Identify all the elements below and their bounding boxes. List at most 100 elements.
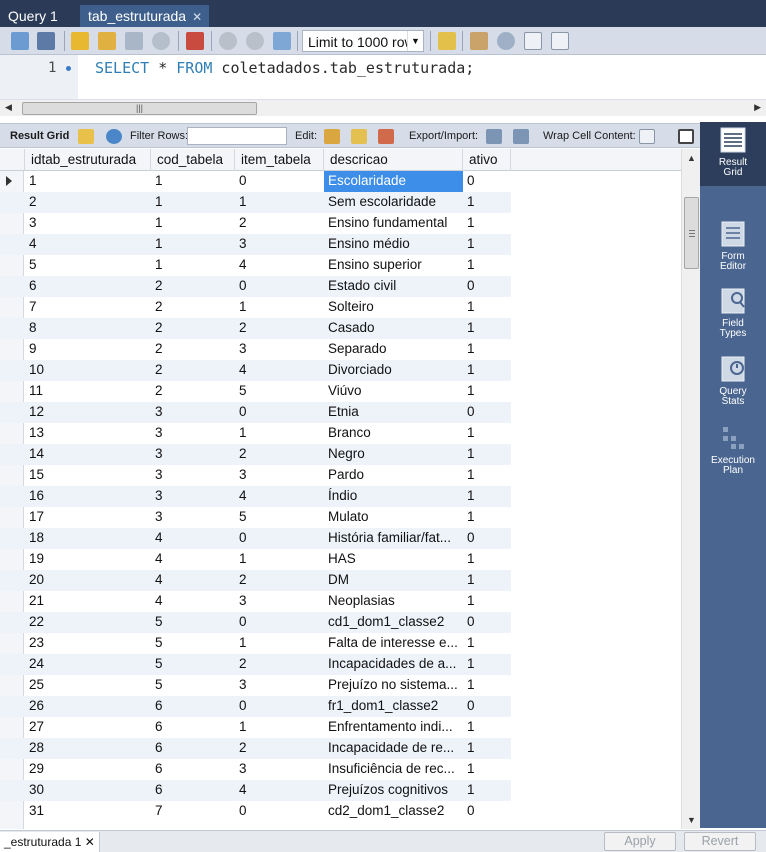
cell-ativo[interactable]: 1: [463, 633, 511, 654]
cell-id[interactable]: 2: [25, 192, 151, 213]
table-row[interactable]: 29 6 3 Insuficiência de rec... 1: [0, 759, 511, 780]
cell-cod-tabela[interactable]: 5: [151, 654, 235, 675]
cell-id[interactable]: 26: [25, 696, 151, 717]
cell-ativo[interactable]: 1: [463, 675, 511, 696]
cell-ativo[interactable]: 0: [463, 801, 511, 822]
cell-id[interactable]: 28: [25, 738, 151, 759]
cell-id[interactable]: 31: [25, 801, 151, 822]
grid-view-icon[interactable]: [78, 129, 94, 144]
cell-cod-tabela[interactable]: 2: [151, 276, 235, 297]
cell-item-tabela[interactable]: 0: [235, 801, 324, 822]
cell-descricao[interactable]: Ensino fundamental: [324, 213, 463, 234]
cell-ativo[interactable]: 1: [463, 297, 511, 318]
cell-item-tabela[interactable]: 0: [235, 528, 324, 549]
cell-item-tabela[interactable]: 0: [235, 696, 324, 717]
cell-id[interactable]: 23: [25, 633, 151, 654]
cell-cod-tabela[interactable]: 1: [151, 192, 235, 213]
cell-ativo[interactable]: 1: [463, 549, 511, 570]
side-execution-plan[interactable]: Execution Plan: [700, 424, 766, 476]
cell-descricao[interactable]: Ensino superior: [324, 255, 463, 276]
cell-item-tabela[interactable]: 3: [235, 675, 324, 696]
search-icon[interactable]: [497, 32, 515, 50]
table-row[interactable]: 26 6 0 fr1_dom1_classe2 0: [0, 696, 511, 717]
cell-item-tabela[interactable]: 3: [235, 339, 324, 360]
cell-item-tabela[interactable]: 4: [235, 486, 324, 507]
result-grid[interactable]: idtab_estruturada cod_tabela item_tabela…: [0, 149, 681, 829]
cell-cod-tabela[interactable]: 5: [151, 675, 235, 696]
table-row[interactable]: 1 1 0 Escolaridade 0: [0, 171, 511, 192]
cell-cod-tabela[interactable]: 3: [151, 402, 235, 423]
cell-item-tabela[interactable]: 1: [235, 633, 324, 654]
cell-id[interactable]: 14: [25, 444, 151, 465]
table-row[interactable]: 22 5 0 cd1_dom1_classe2 0: [0, 612, 511, 633]
cell-item-tabela[interactable]: 5: [235, 507, 324, 528]
cell-id[interactable]: 5: [25, 255, 151, 276]
execute-icon[interactable]: [71, 32, 89, 50]
add-snippet-icon[interactable]: [438, 32, 456, 50]
cell-cod-tabela[interactable]: 2: [151, 297, 235, 318]
cell-ativo[interactable]: 1: [463, 339, 511, 360]
cell-ativo[interactable]: 1: [463, 192, 511, 213]
refresh-icon[interactable]: [106, 129, 122, 144]
cell-id[interactable]: 12: [25, 402, 151, 423]
cell-descricao[interactable]: Índio: [324, 486, 463, 507]
cell-item-tabela[interactable]: 1: [235, 717, 324, 738]
cell-item-tabela[interactable]: 0: [235, 612, 324, 633]
scroll-left-icon[interactable]: ◀: [5, 102, 12, 113]
cell-item-tabela[interactable]: 2: [235, 570, 324, 591]
cell-descricao[interactable]: Pardo: [324, 465, 463, 486]
cell-descricao[interactable]: Sem escolaridade: [324, 192, 463, 213]
scroll-right-icon[interactable]: ▶: [754, 102, 761, 113]
table-row[interactable]: 12 3 0 Etnia 0: [0, 402, 511, 423]
open-folder-icon[interactable]: [11, 32, 29, 50]
side-form-editor[interactable]: Form Editor: [700, 220, 766, 272]
cell-cod-tabela[interactable]: 2: [151, 339, 235, 360]
commit-icon[interactable]: [219, 32, 237, 50]
limit-rows-select[interactable]: Limit to 1000 rows ▼: [302, 30, 424, 52]
cell-ativo[interactable]: 0: [463, 528, 511, 549]
cell-item-tabela[interactable]: 5: [235, 381, 324, 402]
cell-cod-tabela[interactable]: 4: [151, 570, 235, 591]
cell-descricao[interactable]: Viúvo: [324, 381, 463, 402]
table-row[interactable]: 18 4 0 História familiar/fat... 0: [0, 528, 511, 549]
cell-item-tabela[interactable]: 2: [235, 318, 324, 339]
cell-id[interactable]: 21: [25, 591, 151, 612]
table-row[interactable]: 8 2 2 Casado 1: [0, 318, 511, 339]
toggle-error-icon[interactable]: [186, 32, 204, 50]
result-tab[interactable]: _estruturada 1 ✕: [0, 832, 100, 852]
beautify-icon[interactable]: [470, 32, 488, 50]
cell-id[interactable]: 7: [25, 297, 151, 318]
cell-cod-tabela[interactable]: 7: [151, 801, 235, 822]
apply-button[interactable]: Apply: [604, 832, 676, 851]
cell-cod-tabela[interactable]: 4: [151, 528, 235, 549]
cell-descricao[interactable]: Escolaridade: [324, 171, 463, 192]
grid-vertical-scrollbar[interactable]: ▲ ▼: [681, 149, 700, 829]
cell-id[interactable]: 16: [25, 486, 151, 507]
wrap-cell-icon[interactable]: [639, 129, 655, 144]
cell-ativo[interactable]: 1: [463, 654, 511, 675]
cell-id[interactable]: 13: [25, 423, 151, 444]
cell-ativo[interactable]: 1: [463, 738, 511, 759]
cell-ativo[interactable]: 1: [463, 360, 511, 381]
sql-code[interactable]: SELECT * FROM coletadados.tab_estruturad…: [95, 59, 474, 77]
cell-descricao[interactable]: Etnia: [324, 402, 463, 423]
table-row[interactable]: 14 3 2 Negro 1: [0, 444, 511, 465]
cell-descricao[interactable]: Branco: [324, 423, 463, 444]
cell-item-tabela[interactable]: 2: [235, 213, 324, 234]
table-row[interactable]: 11 2 5 Viúvo 1: [0, 381, 511, 402]
toggle-panel-icon[interactable]: [678, 129, 694, 144]
table-row[interactable]: 28 6 2 Incapacidade de re... 1: [0, 738, 511, 759]
cell-descricao[interactable]: Divorciado: [324, 360, 463, 381]
table-row[interactable]: 30 6 4 Prejuízos cognitivos 1: [0, 780, 511, 801]
table-row[interactable]: 16 3 4 Índio 1: [0, 486, 511, 507]
cell-descricao[interactable]: Falta de interesse e...: [324, 633, 463, 654]
cell-cod-tabela[interactable]: 1: [151, 234, 235, 255]
cell-cod-tabela[interactable]: 1: [151, 213, 235, 234]
cell-ativo[interactable]: 1: [463, 486, 511, 507]
table-row[interactable]: 10 2 4 Divorciado 1: [0, 360, 511, 381]
cell-descricao[interactable]: Insuficiência de rec...: [324, 759, 463, 780]
cell-item-tabela[interactable]: 0: [235, 402, 324, 423]
cell-descricao[interactable]: História familiar/fat...: [324, 528, 463, 549]
cell-cod-tabela[interactable]: 4: [151, 591, 235, 612]
cell-descricao[interactable]: Incapacidade de re...: [324, 738, 463, 759]
